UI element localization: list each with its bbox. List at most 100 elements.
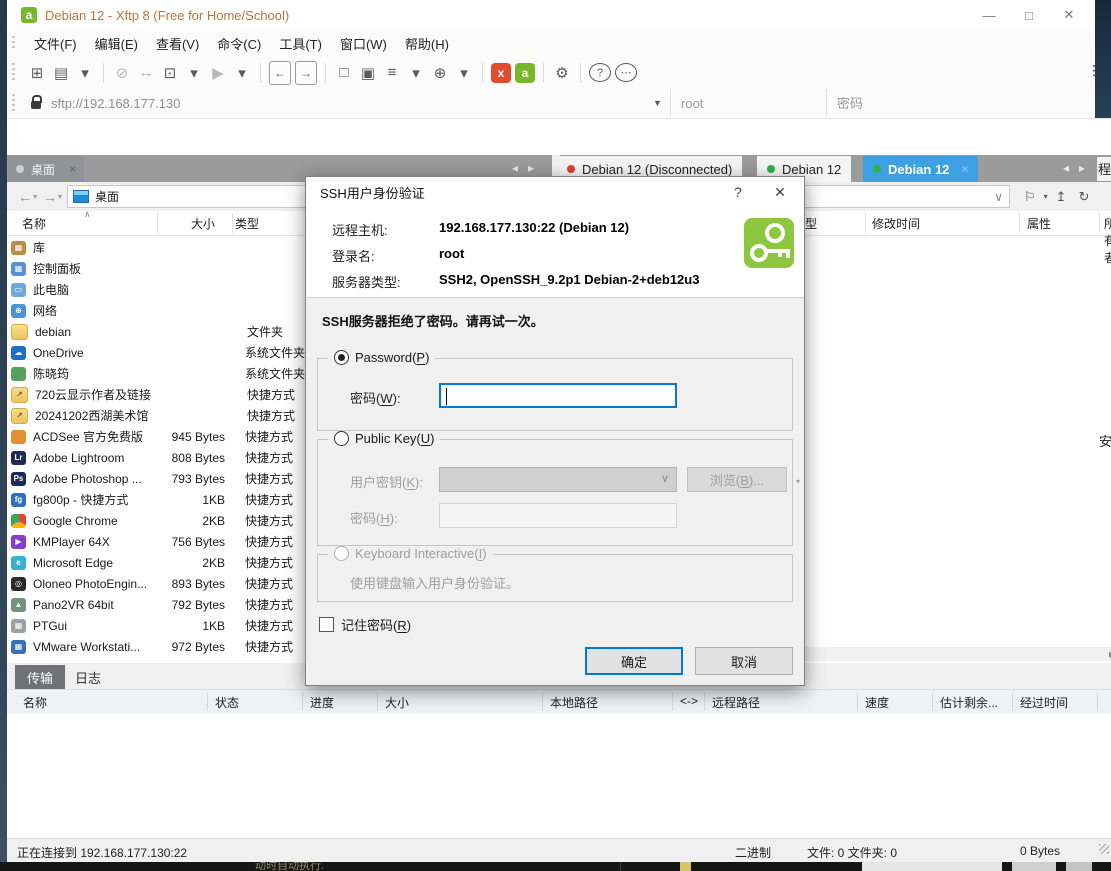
transfer-column-0[interactable]: 名称	[23, 694, 47, 711]
file-type: 快捷方式	[235, 554, 293, 571]
password-radio[interactable]: Password(P)	[328, 350, 435, 365]
address-url-input[interactable]	[49, 95, 653, 112]
transfer-column-8[interactable]: 估计剩余...	[940, 694, 998, 711]
new-session-icon[interactable]: ⊞	[27, 62, 47, 84]
nav-forward-caret-icon[interactable]: ▾	[58, 192, 62, 201]
password2-input[interactable]	[439, 503, 677, 528]
userkey-combo[interactable]: ∨	[439, 467, 677, 492]
transfer-column-2[interactable]: 进度	[310, 694, 334, 711]
session-dot-icon	[16, 165, 24, 173]
vmware-icon: ▦	[11, 640, 26, 654]
xftp-icon[interactable]: a	[515, 63, 535, 83]
remember-password-checkbox[interactable]: 记住密码(R)	[319, 615, 411, 634]
transfer-column-9[interactable]: 经过时间	[1020, 694, 1068, 711]
transfer-column-6[interactable]: 远程路径	[712, 694, 760, 711]
column-name[interactable]: 名称	[8, 215, 155, 232]
help-icon[interactable]: ?	[589, 63, 611, 82]
dialog-help-button[interactable]: ?	[718, 177, 758, 207]
tab-close-icon[interactable]: ×	[961, 162, 968, 176]
open-folder-icon[interactable]: ▤	[51, 62, 71, 84]
column-type[interactable]: 类型	[215, 215, 259, 232]
address-dropdown-icon[interactable]: ▼	[653, 98, 662, 108]
settings-gear-icon[interactable]: ⚙	[552, 62, 572, 84]
xshell-icon[interactable]: x	[491, 63, 511, 83]
dropdown-caret-icon[interactable]: ▾	[75, 62, 95, 84]
file-name: VMware Workstati...	[33, 640, 155, 654]
refresh-icon[interactable]: ↻	[1079, 189, 1090, 205]
password-field[interactable]	[826, 89, 982, 117]
transfer-tab-transfers[interactable]: 传输	[15, 665, 65, 689]
close-button[interactable]: ✕	[1049, 2, 1089, 28]
keyboard-interactive-radio[interactable]: Keyboard Interactive(I)	[328, 546, 493, 561]
publickey-radio[interactable]: Public Key(U)	[328, 431, 440, 446]
up-folder-icon[interactable]: ↥	[1056, 189, 1067, 205]
password-input[interactable]	[439, 383, 677, 408]
file-name: 此电脑	[33, 281, 155, 298]
column-attributes[interactable]: 属性	[1027, 215, 1051, 232]
cancel-button[interactable]: 取消	[695, 647, 793, 675]
radio-unselected-icon[interactable]	[334, 431, 349, 446]
menu-item-w[interactable]: 窗口(W)	[331, 30, 396, 57]
dropdown-caret-icon[interactable]: ▾	[454, 62, 474, 84]
left-tab-scroll[interactable]: ◂▸	[512, 161, 544, 175]
back-icon[interactable]: ←	[269, 61, 291, 85]
minimize-button[interactable]: —	[969, 2, 1009, 28]
nav-back-icon[interactable]: ←	[18, 189, 32, 205]
bookmark-icon[interactable]: ⚐	[1024, 189, 1036, 205]
transfer-header: 名称 状态 进度 大小 本地路径 <-> 远程路径 速度 估计剩余... 经过时间	[7, 689, 1111, 715]
dropdown-caret-icon[interactable]: ▾	[232, 62, 252, 84]
feedback-icon[interactable]: ⋯	[615, 63, 637, 82]
xftp-app-icon: a	[21, 7, 37, 23]
tab-close-icon[interactable]: ×	[69, 162, 76, 176]
checkbox-icon[interactable]	[319, 617, 334, 632]
transfer-column-4[interactable]: 本地路径	[550, 694, 598, 711]
menu-item-h[interactable]: 帮助(H)	[396, 30, 458, 57]
dropdown-caret-icon[interactable]: ▾	[406, 62, 426, 84]
list-view-icon[interactable]: ≡	[382, 62, 402, 84]
menu-item-v[interactable]: 查看(V)	[147, 30, 208, 57]
session-properties-icon[interactable]: ⊡	[160, 62, 180, 84]
status-transfer-mode[interactable]: 二进制	[735, 844, 771, 861]
ps-icon: Ps	[11, 472, 26, 486]
menu-item-e[interactable]: 编辑(E)	[86, 30, 147, 57]
remote-path-chevron-icon[interactable]: ∨	[994, 190, 1003, 204]
transfer-column-1[interactable]: 状态	[215, 694, 239, 711]
duplicate-icon[interactable]: ▣	[358, 62, 378, 84]
menu-item-t[interactable]: 工具(T)	[270, 30, 331, 57]
session-status-dot-icon	[767, 165, 775, 173]
column-owner-clipped[interactable]: 所有者	[1104, 215, 1111, 266]
resize-grip[interactable]	[1099, 844, 1109, 854]
transfer-tab-log[interactable]: 日志	[63, 665, 113, 689]
radio-selected-icon[interactable]	[334, 350, 349, 365]
ok-button[interactable]: 确定	[585, 647, 683, 675]
tab-desktop[interactable]: 桌面 ×	[8, 156, 84, 182]
browse-button[interactable]: 浏览(B)... ▾	[687, 467, 787, 492]
server-type-label: 服务器类型:	[332, 272, 401, 291]
nav-forward-icon[interactable]: →	[43, 189, 57, 205]
menu-item-c[interactable]: 命令(C)	[208, 30, 270, 57]
nav-back-caret-icon[interactable]: ▾	[33, 192, 37, 201]
status-bar: 正在连接到 192.168.177.130:22 二进制 文件: 0 文件夹: …	[7, 838, 1111, 863]
browse-caret-icon[interactable]: ▾	[796, 477, 800, 486]
username-field[interactable]	[670, 89, 826, 117]
menu-item-f[interactable]: 文件(F)	[25, 30, 86, 57]
maximize-button[interactable]: □	[1009, 2, 1049, 28]
column-modified[interactable]: 修改时间	[872, 215, 920, 232]
dropdown-caret-icon[interactable]: ▾	[184, 62, 204, 84]
transfer-column-5[interactable]: <->	[680, 694, 698, 708]
tab-remote-2[interactable]: Debian 12×	[863, 156, 978, 182]
transfer-column-3[interactable]: 大小	[385, 694, 409, 711]
transfer-panel: 传输日志 名称 状态 进度 大小 本地路径 <-> 远程路径 速度 估计剩余... 经过时间	[7, 663, 1111, 838]
title-bar[interactable]: a Debian 12 - Xftp 8 (Free for Home/Scho…	[7, 0, 1111, 30]
right-tab-scroll[interactable]: ◂▸	[1063, 161, 1095, 175]
copy-icon[interactable]: □	[334, 62, 354, 84]
dialog-info-section: 远程主机: 192.168.177.130:22 (Debian 12) 登录名…	[306, 208, 804, 298]
bookmark-caret-icon[interactable]: ▾	[1044, 192, 1048, 201]
dialog-close-button[interactable]: ✕	[760, 177, 800, 207]
edge-clipped-tab: 程	[1097, 157, 1111, 181]
column-size[interactable]: 大小	[155, 215, 215, 232]
encoding-globe-icon[interactable]: ⊕	[430, 62, 450, 84]
file-name: OneDrive	[33, 346, 155, 360]
forward-icon[interactable]: →	[295, 61, 317, 85]
transfer-column-7[interactable]: 速度	[865, 694, 889, 711]
